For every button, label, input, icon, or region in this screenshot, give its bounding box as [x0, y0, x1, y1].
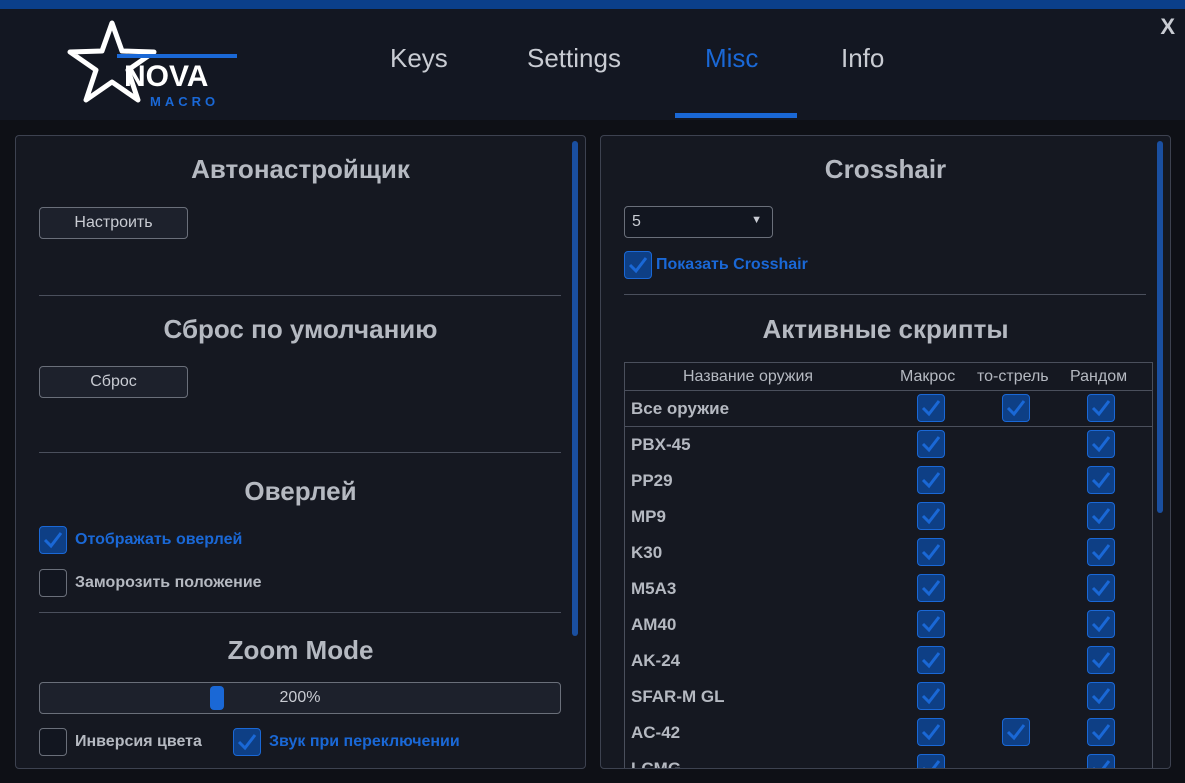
title-bar	[0, 0, 1185, 9]
column-header-macro: Макрос	[900, 368, 955, 386]
random-checkbox[interactable]	[1087, 502, 1115, 530]
close-button[interactable]: X	[1160, 14, 1175, 40]
weapon-name: AK-24	[631, 651, 680, 671]
random-checkbox[interactable]	[1087, 718, 1115, 746]
checkbox-empty-icon	[39, 728, 67, 756]
single-checkbox[interactable]	[1002, 718, 1030, 746]
tab-bar: Keys Settings Misc Info	[0, 9, 1185, 120]
autotune-title: Автонастройщик	[16, 154, 585, 185]
random-checkbox[interactable]	[1087, 754, 1115, 769]
invert-color-checkbox[interactable]: Инверсия цвета	[39, 728, 202, 756]
freeze-position-label: Заморозить положение	[75, 574, 262, 592]
weapon-name: AM40	[631, 615, 676, 635]
show-overlay-checkbox[interactable]: Отображать оверлей	[39, 526, 242, 554]
table-row: PP29	[625, 463, 1152, 499]
weapon-name: M5A3	[631, 579, 676, 599]
tab-info[interactable]: Info	[841, 43, 884, 74]
random-checkbox[interactable]	[1087, 574, 1115, 602]
reset-title: Сброс по умолчанию	[16, 314, 585, 345]
random-checkbox[interactable]	[1087, 394, 1115, 422]
zoom-title: Zoom Mode	[16, 635, 585, 666]
macro-checkbox[interactable]	[917, 430, 945, 458]
tab-keys[interactable]: Keys	[390, 43, 448, 74]
table-row-all-weapons: Все оружие	[625, 391, 1152, 427]
column-header-single: то-стрель	[977, 368, 1049, 386]
weapon-name: AC-42	[631, 723, 680, 743]
table-row: MP9	[625, 499, 1152, 535]
column-header-weapon: Название оружия	[683, 368, 813, 386]
weapon-name: LCMG	[631, 759, 681, 769]
crosshair-select-value: 5	[632, 213, 641, 231]
random-checkbox[interactable]	[1087, 466, 1115, 494]
divider	[39, 452, 561, 453]
random-checkbox[interactable]	[1087, 610, 1115, 638]
macro-checkbox[interactable]	[917, 754, 945, 769]
freeze-position-checkbox[interactable]: Заморозить положение	[39, 569, 262, 597]
weapon-name: SFAR-M GL	[631, 687, 725, 707]
weapon-name: PP29	[631, 471, 673, 491]
divider	[624, 294, 1146, 295]
table-row: PBX-45	[625, 427, 1152, 463]
tab-settings[interactable]: Settings	[527, 43, 621, 74]
check-icon	[624, 251, 652, 279]
macro-checkbox[interactable]	[917, 682, 945, 710]
switch-sound-checkbox[interactable]: Звук при переключении	[233, 728, 460, 756]
random-checkbox[interactable]	[1087, 538, 1115, 566]
table-row: AC-42	[625, 715, 1152, 751]
slider-thumb[interactable]	[210, 686, 224, 710]
weapon-name: MP9	[631, 507, 666, 527]
random-checkbox[interactable]	[1087, 682, 1115, 710]
macro-checkbox[interactable]	[917, 538, 945, 566]
scripts-title: Активные скрипты	[601, 314, 1170, 345]
switch-sound-label: Звук при переключении	[269, 733, 460, 751]
column-header-random: Рандом	[1070, 368, 1127, 386]
macro-checkbox[interactable]	[917, 610, 945, 638]
crosshair-select[interactable]: 5 ▼	[624, 206, 773, 238]
weapon-name: PBX-45	[631, 435, 691, 455]
show-crosshair-label: Показать Crosshair	[656, 256, 808, 274]
chevron-down-icon: ▼	[751, 214, 762, 226]
check-icon	[39, 526, 67, 554]
zoom-slider[interactable]: 200%	[39, 682, 561, 714]
active-tab-indicator	[675, 113, 797, 118]
macro-checkbox[interactable]	[917, 466, 945, 494]
reset-button[interactable]: Сброс	[39, 366, 188, 398]
macro-checkbox[interactable]	[917, 646, 945, 674]
random-checkbox[interactable]	[1087, 646, 1115, 674]
divider	[39, 612, 561, 613]
macro-checkbox[interactable]	[917, 502, 945, 530]
single-checkbox[interactable]	[1002, 394, 1030, 422]
table-row: M5A3	[625, 571, 1152, 607]
macro-checkbox[interactable]	[917, 394, 945, 422]
overlay-title: Оверлей	[16, 476, 585, 507]
crosshair-title: Crosshair	[601, 154, 1170, 185]
table-row: AM40	[625, 607, 1152, 643]
table-row: LCMG	[625, 751, 1152, 769]
scripts-table: Название оружия Макрос то-стрель Рандом …	[624, 362, 1153, 769]
left-panel: Автонастройщик Настроить Сброс по умолча…	[15, 135, 586, 769]
table-row: SFAR-M GL	[625, 679, 1152, 715]
macro-checkbox[interactable]	[917, 574, 945, 602]
check-icon	[233, 728, 261, 756]
macro-checkbox[interactable]	[917, 718, 945, 746]
random-checkbox[interactable]	[1087, 430, 1115, 458]
tab-misc[interactable]: Misc	[705, 43, 758, 74]
table-row: AK-24	[625, 643, 1152, 679]
show-crosshair-checkbox[interactable]: Показать Crosshair	[624, 251, 808, 279]
right-panel: Crosshair 5 ▼ Показать Crosshair Активны…	[600, 135, 1171, 769]
checkbox-empty-icon	[39, 569, 67, 597]
zoom-value: 200%	[40, 683, 560, 713]
divider	[39, 295, 561, 296]
show-overlay-label: Отображать оверлей	[75, 531, 242, 549]
table-row: K30	[625, 535, 1152, 571]
left-scrollbar[interactable]	[572, 141, 578, 636]
autotune-button[interactable]: Настроить	[39, 207, 188, 239]
weapon-name: K30	[631, 543, 662, 563]
weapon-name: Все оружие	[631, 399, 729, 419]
invert-color-label: Инверсия цвета	[75, 733, 202, 751]
